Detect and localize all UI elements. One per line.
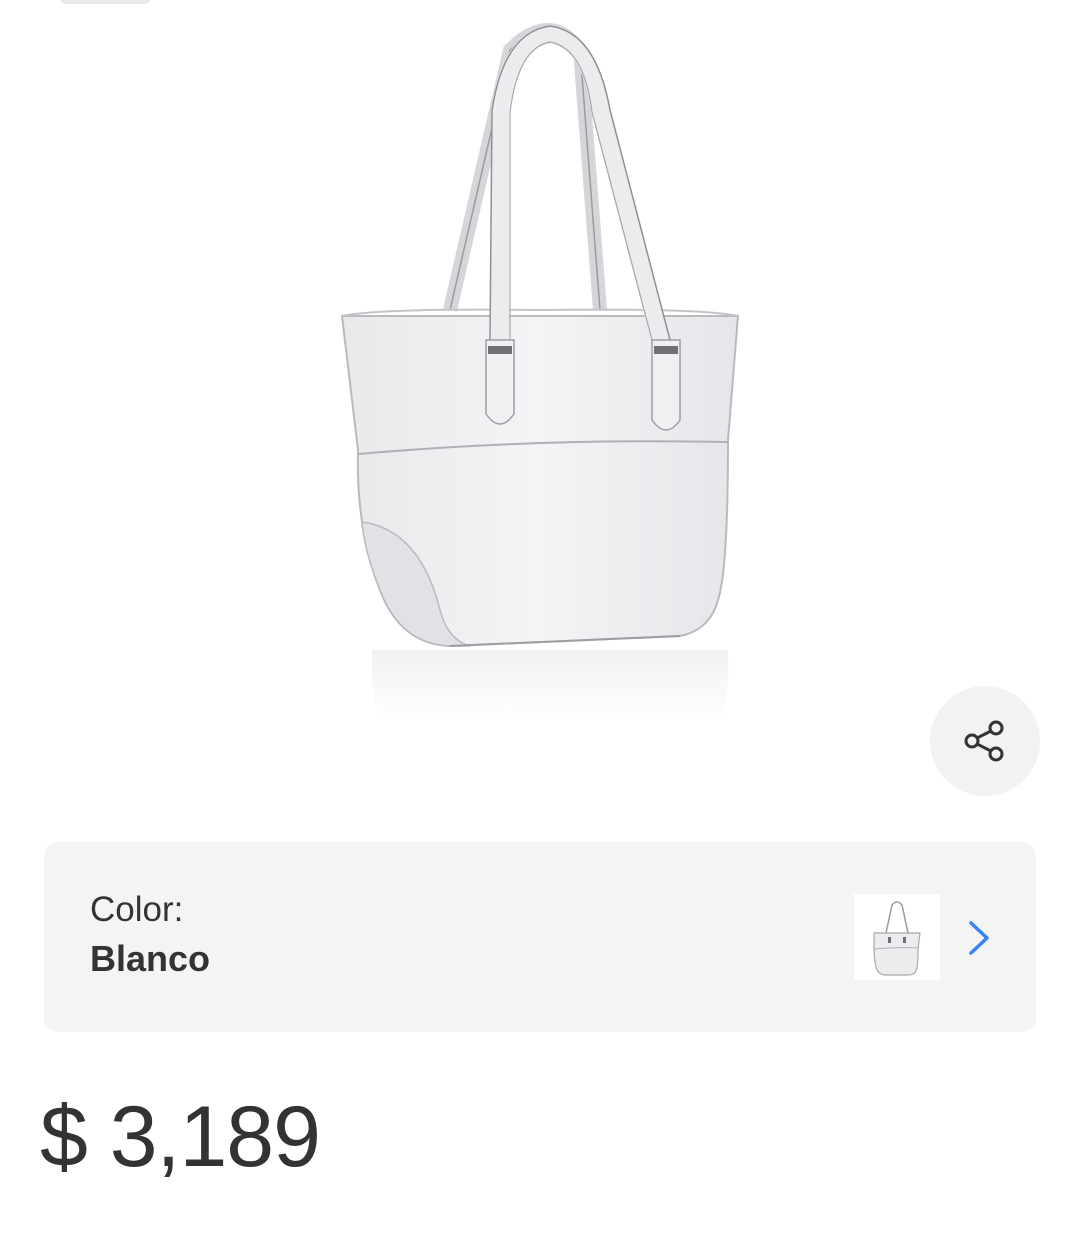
white-tote-bag-thumbnail (873, 901, 921, 976)
color-value: Blanco (90, 938, 211, 979)
color-selector[interactable]: Color: Blanco (44, 842, 1036, 1032)
share-button[interactable] (930, 686, 1040, 796)
product-image[interactable] (300, 10, 780, 750)
price: $ 3,189 (40, 1089, 321, 1185)
top-indicator (60, 0, 150, 4)
tote-bag-illustration (340, 23, 740, 720)
chevron-right-icon[interactable] (962, 914, 996, 962)
color-label: Color: (90, 890, 184, 929)
share-icon (964, 720, 1004, 762)
color-thumbnail[interactable] (854, 894, 940, 980)
